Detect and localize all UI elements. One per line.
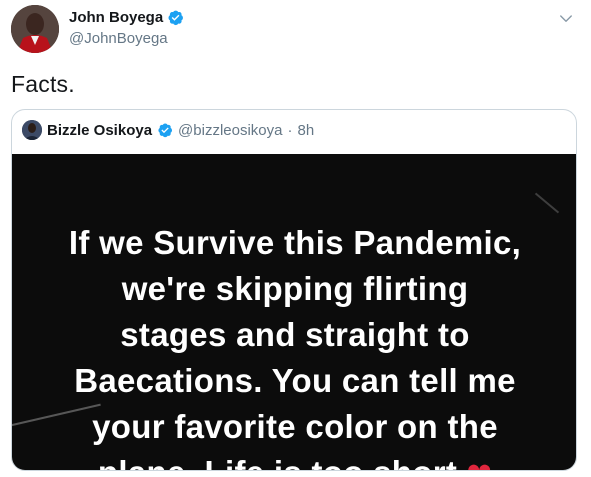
caption-line: plane. Life is too short [98,454,457,470]
quoted-tweet-image[interactable]: If we Survive this Pandemic, we're skipp… [12,154,576,470]
chevron-down-icon[interactable] [557,10,575,28]
quoted-author-display-name: Bizzle Osikoya [47,121,153,139]
image-caption-text: If we Survive this Pandemic, we're skipp… [12,220,576,470]
image-scratch-mark [534,192,560,214]
author-name-row: John Boyega [69,9,184,26]
quoted-tweet-header: Bizzle Osikoya @bizzleosikoya · 8h [22,120,314,140]
quoted-author-handle: @bizzleosikoya [178,121,283,139]
caption-line: we're skipping flirting [121,270,469,307]
quoted-tweet[interactable]: Bizzle Osikoya @bizzleosikoya · 8h If we… [11,109,577,471]
author-avatar[interactable] [11,5,59,53]
caption-line: your favorite color on the [92,408,498,445]
author-handle[interactable]: @JohnBoyega [69,30,168,47]
quoted-author-avatar [22,120,42,140]
author-display-name[interactable]: John Boyega [69,9,163,26]
heart-emoji-icon: ❤ [467,452,492,470]
caption-line-last: plane. Life is too short ❤ [12,450,576,470]
caption-line: stages and straight to [120,316,470,353]
meta-separator: · [287,121,293,139]
caption-line: If we Survive this Pandemic, [68,224,522,261]
tweet-text: Facts. [11,71,75,97]
tweet-card: John Boyega @JohnBoyega Facts. Bizzle Os… [0,0,591,477]
verified-badge-icon [167,9,184,26]
quoted-tweet-timestamp[interactable]: 8h [297,122,314,139]
caption-line: Baecations. You can tell me [74,362,516,399]
verified-badge-icon [157,122,173,138]
